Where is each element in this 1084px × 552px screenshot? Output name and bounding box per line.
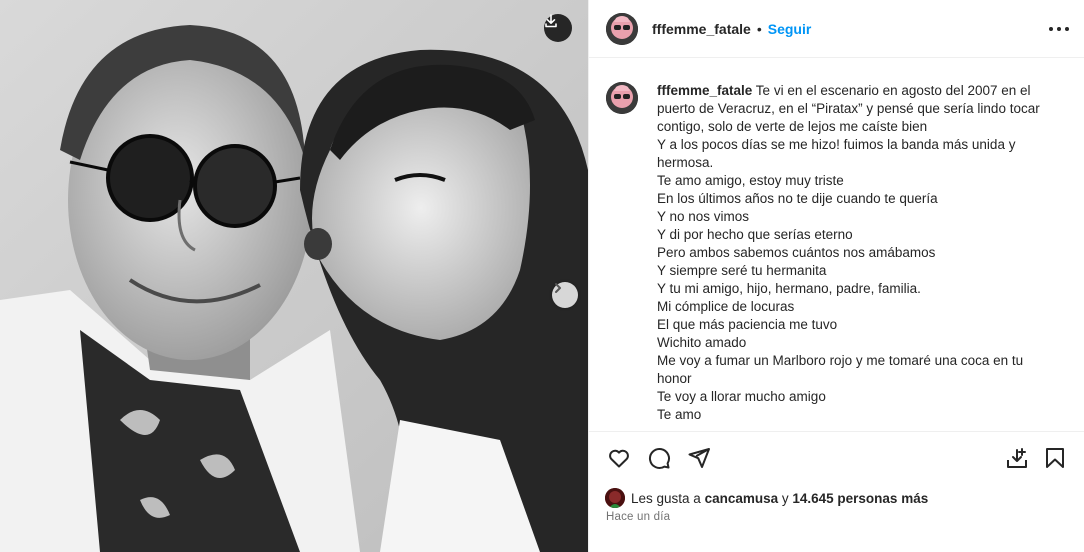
photo-image [0,0,588,552]
caption-line: Wichito amado [657,335,747,350]
caption-line: Y di por hecho que serías eterno [657,227,853,242]
comment-icon [647,446,671,475]
post-header: fffemme_fatale • Seguir [589,0,1084,58]
post-photo[interactable] [0,0,588,552]
more-options-button[interactable] [1049,20,1069,38]
caption-line: Pero ambos sabemos cuántos nos amábamos [657,245,936,260]
caption-line: Me voy a fumar un Marlboro rojo y me tom… [657,353,1024,386]
save-to-collection-icon [1005,446,1029,475]
likes-conjunction: y [778,490,793,506]
caption-line: Mi cómplice de locuras [657,299,795,314]
caption-username[interactable]: fffemme_fatale [657,83,752,98]
separator-dot: • [756,20,762,37]
caption-line: Te amo amigo, estoy muy triste [657,173,844,188]
action-bar [589,442,1084,478]
next-photo-button[interactable] [552,282,578,308]
caption-text: fffemme_fatale Te vi en el escenario en … [657,82,1043,431]
caption-line: Y tu mi amigo, hijo, hermano, padre, fam… [657,281,921,296]
caption-line: Y no nos vimos [657,209,750,224]
likes-prefix: Les gusta a [631,490,705,506]
bookmark-button[interactable] [1041,446,1069,474]
share-button[interactable] [685,446,713,474]
comment-button[interactable] [645,446,673,474]
caption-line: Y a los pocos días se me hizo! fuimos la… [657,137,1016,170]
post-details-panel: fffemme_fatale • Seguir fffemme_fatale T… [588,0,1084,552]
save-to-collection-button[interactable] [1003,446,1031,474]
caption-line: Y siempre seré tu hermanita [657,263,827,278]
caption-line: Te amo [657,407,702,422]
follow-button[interactable]: Seguir [768,21,812,37]
likes-summary: Les gusta a cancamusa y 14.645 personas … [605,486,928,510]
send-icon [687,446,711,475]
caption-line: En los últimos años no te dije cuando te… [657,191,938,206]
like-button[interactable] [605,446,633,474]
post-timestamp[interactable]: Hace un día [606,511,670,523]
caption-line: El que más paciencia me tuvo [657,317,838,332]
username-link[interactable]: fffemme_fatale [652,21,751,37]
bookmark-icon [1043,446,1067,475]
download-button[interactable] [544,14,572,42]
likes-count-link[interactable]: 14.645 personas más [792,491,928,506]
caption-line: Te voy a llorar mucho amigo [657,389,826,404]
liker-avatar[interactable] [605,488,625,508]
heart-icon [607,446,631,475]
caption-section: fffemme_fatale Te vi en el escenario en … [589,58,1084,432]
action-bar-right [993,446,1069,474]
avatar[interactable] [606,12,638,45]
liker-username[interactable]: cancamusa [705,491,779,506]
caption-avatar[interactable] [606,82,638,114]
caption-first-line: fffemme_fatale Te vi en el escenario en … [657,82,1043,136]
